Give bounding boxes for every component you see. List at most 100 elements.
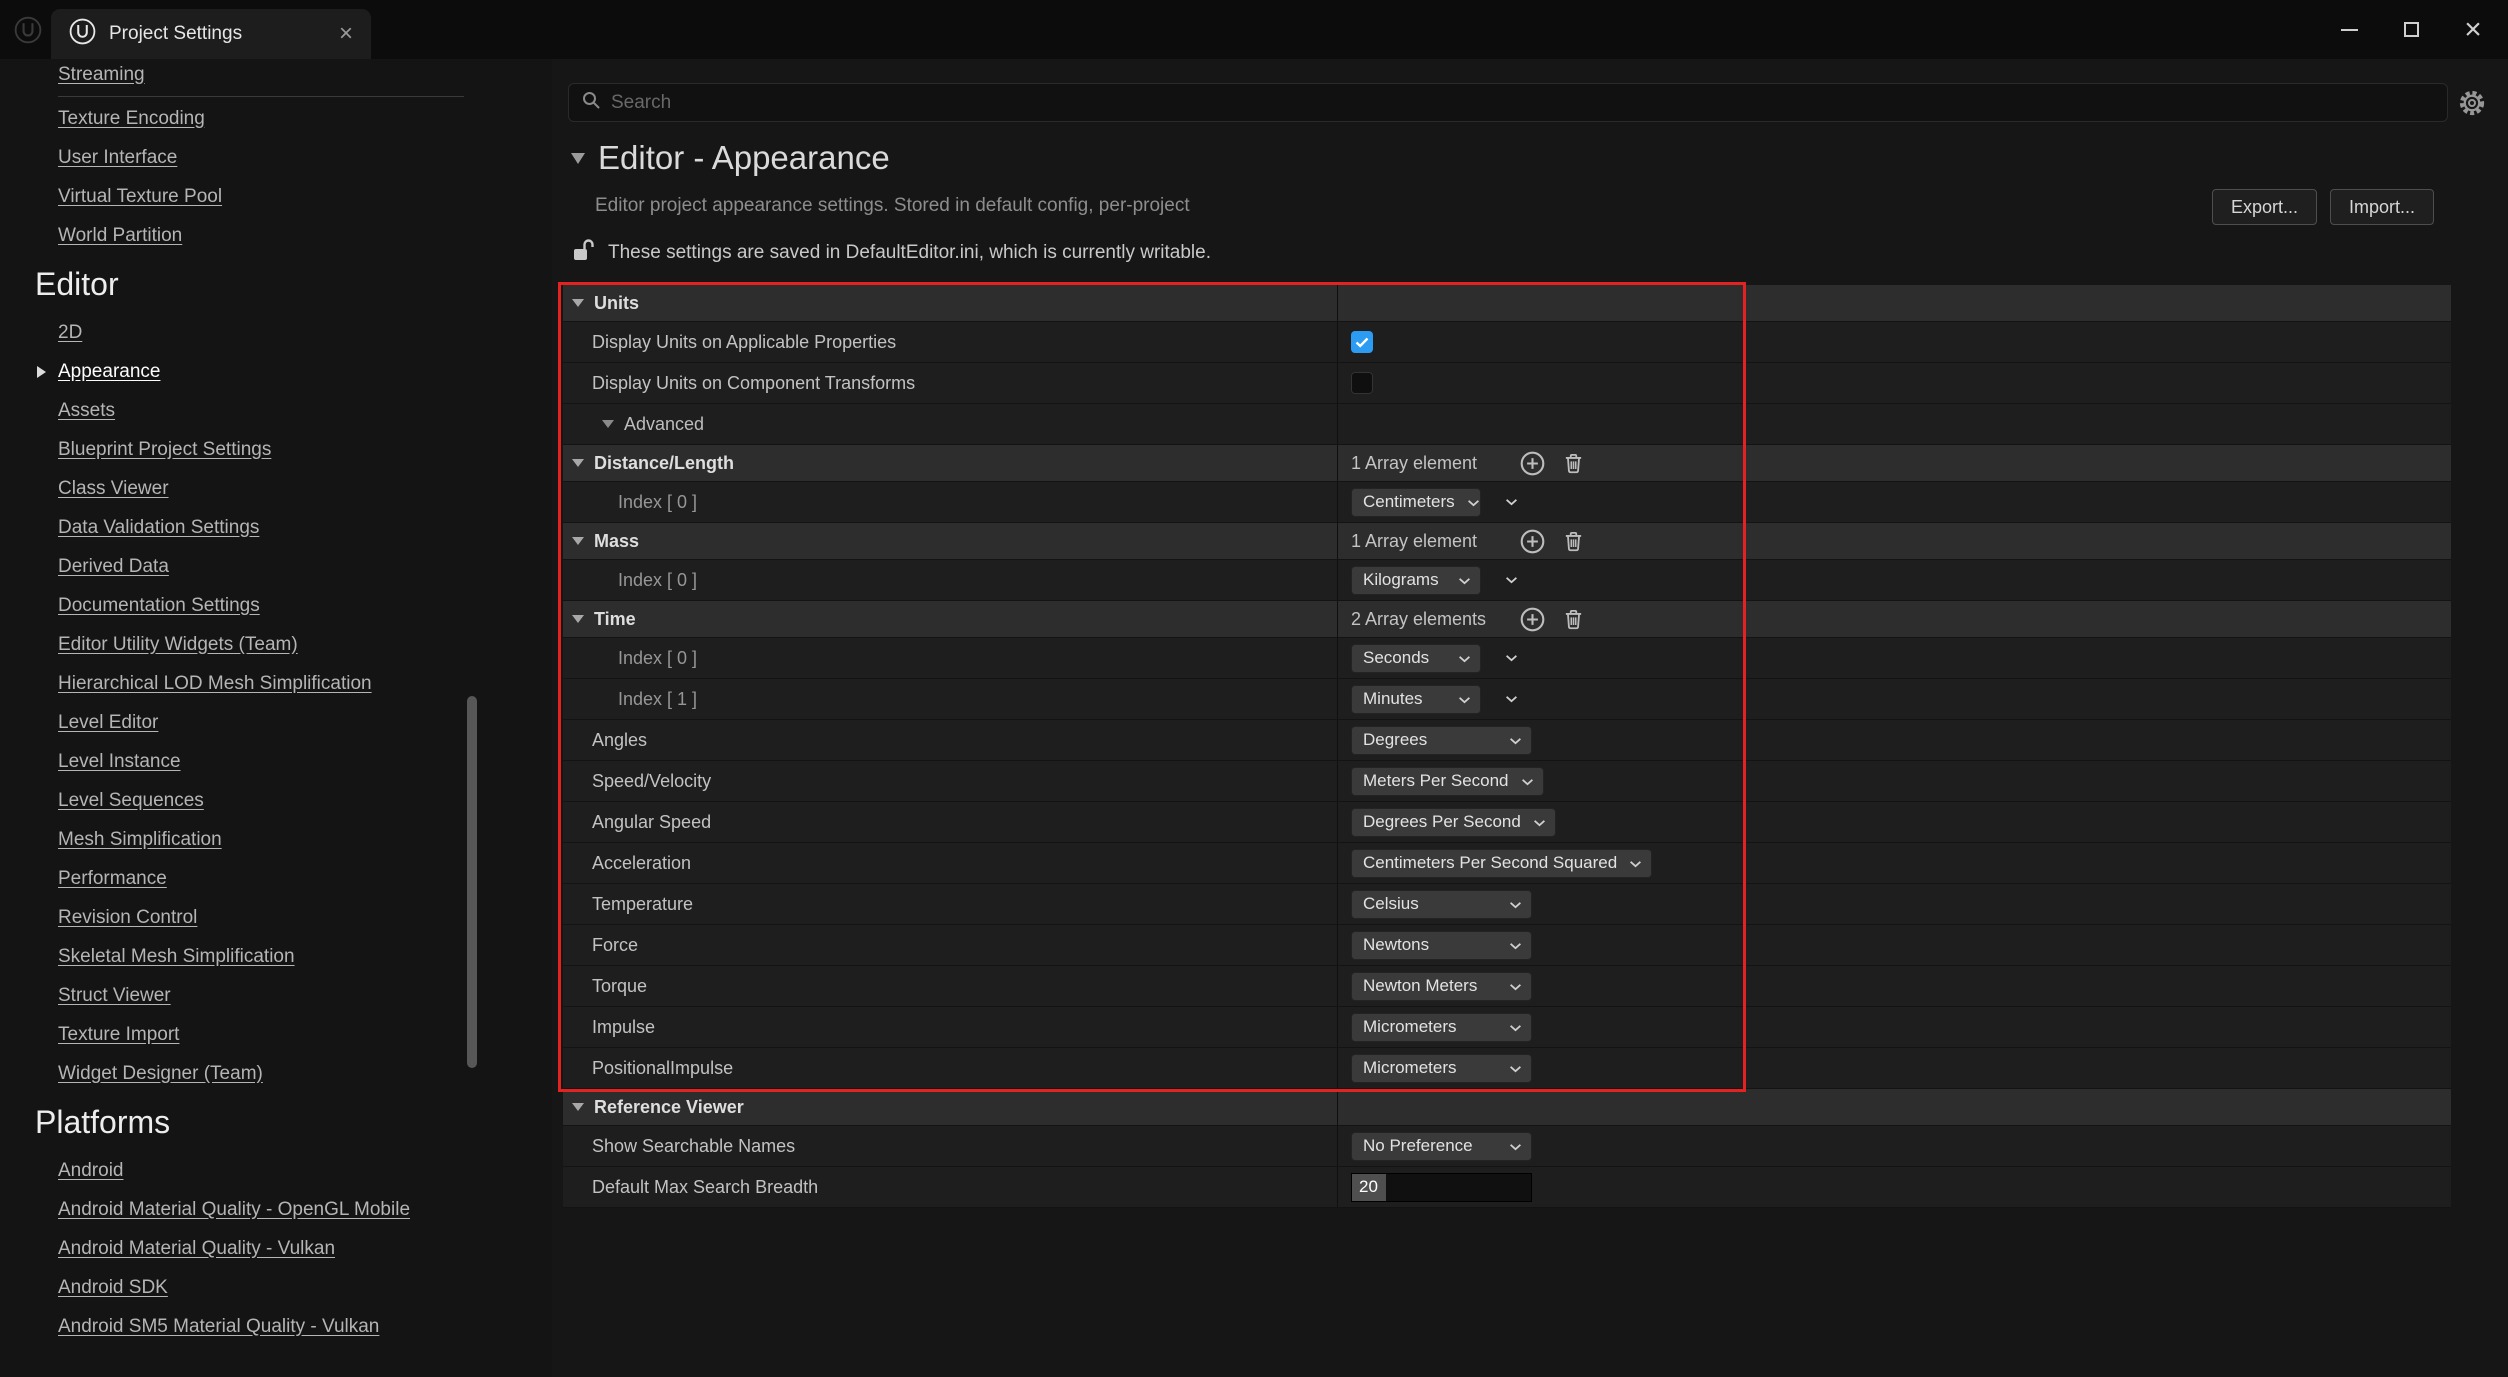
sidebar-item-label: Android SM5 Material Quality - Vulkan <box>58 1316 379 1338</box>
array-index-label: Index [ 0 ] <box>563 648 697 669</box>
setting-row-advanced[interactable]: Advanced <box>563 404 2451 445</box>
distance-unit-dropdown[interactable]: Centimeters <box>1351 488 1481 517</box>
display-units-transforms-checkbox[interactable] <box>1351 372 1373 394</box>
settings-sidebar: Streaming Texture Encoding User Interfac… <box>0 59 552 1377</box>
collapse-triangle-icon[interactable] <box>571 153 585 164</box>
delete-array-icon[interactable] <box>1560 606 1587 633</box>
delete-array-icon[interactable] <box>1560 528 1587 555</box>
search-input[interactable] <box>611 92 2435 114</box>
acceleration-dropdown[interactable]: Centimeters Per Second Squared <box>1351 849 1652 878</box>
chevron-down-icon <box>1467 492 1480 512</box>
search-bar[interactable] <box>568 83 2448 122</box>
show-searchable-names-dropdown[interactable]: No Preference <box>1351 1132 1532 1161</box>
dropdown-value: Celsius <box>1363 894 1419 914</box>
chevron-down-icon <box>1509 1058 1522 1078</box>
maximize-icon <box>2404 22 2419 37</box>
sidebar-item-android-sm5-mq-vulkan[interactable]: Android SM5 Material Quality - Vulkan <box>0 1307 552 1346</box>
collapse-triangle-icon[interactable] <box>572 615 584 623</box>
sidebar-item-label: User Interface <box>58 147 177 169</box>
sidebar-item-label: Hierarchical LOD Mesh Simplification <box>58 673 372 695</box>
mass-unit-dropdown[interactable]: Kilograms <box>1351 566 1481 595</box>
sidebar-item-editor-utility-widgets[interactable]: Editor Utility Widgets (Team) <box>0 625 552 664</box>
add-array-element-icon[interactable] <box>1519 606 1546 633</box>
sidebar-item-blueprint-project-settings[interactable]: Blueprint Project Settings <box>0 430 552 469</box>
angles-dropdown[interactable]: Degrees <box>1351 726 1532 755</box>
sidebar-item-class-viewer[interactable]: Class Viewer <box>0 469 552 508</box>
page-subtitle: Editor project appearance settings. Stor… <box>595 195 1190 217</box>
impulse-dropdown[interactable]: Micrometers <box>1351 1013 1532 1042</box>
time-unit-dropdown-0[interactable]: Seconds <box>1351 644 1481 673</box>
collapse-triangle-icon[interactable] <box>602 420 614 428</box>
config-notice-text: These settings are saved in DefaultEdito… <box>608 242 1211 264</box>
sidebar-scrollbar[interactable] <box>467 696 477 1068</box>
sidebar-item-texture-encoding[interactable]: Texture Encoding <box>0 99 552 138</box>
maximize-button[interactable] <box>2380 0 2442 59</box>
sidebar-item-android-mq-opengl[interactable]: Android Material Quality - OpenGL Mobile <box>0 1190 552 1229</box>
setting-label: Impulse <box>563 1017 655 1038</box>
tab-close-icon[interactable]: × <box>339 22 353 46</box>
temperature-dropdown[interactable]: Celsius <box>1351 890 1532 919</box>
array-element-options-dropdown[interactable] <box>1505 695 1518 703</box>
positional-impulse-dropdown[interactable]: Micrometers <box>1351 1054 1532 1083</box>
setting-label: Show Searchable Names <box>563 1136 795 1157</box>
setting-label: Temperature <box>563 894 693 915</box>
sidebar-item-virtual-texture-pool[interactable]: Virtual Texture Pool <box>0 177 552 216</box>
minimize-button[interactable] <box>2318 0 2380 59</box>
collapse-triangle-icon[interactable] <box>572 1103 584 1111</box>
sidebar-item-label: Mesh Simplification <box>58 829 222 851</box>
sidebar-item-world-partition[interactable]: World Partition <box>0 216 552 255</box>
sidebar-item-label: Level Editor <box>58 712 158 734</box>
delete-array-icon[interactable] <box>1560 450 1587 477</box>
speed-velocity-dropdown[interactable]: Meters Per Second <box>1351 767 1544 796</box>
category-row-mass[interactable]: Mass 1 Array element <box>563 523 2451 560</box>
sidebar-item-label: Level Instance <box>58 751 181 773</box>
sidebar-item-data-validation-settings[interactable]: Data Validation Settings <box>0 508 552 547</box>
close-button[interactable]: × <box>2442 0 2504 59</box>
sidebar-item-android[interactable]: Android <box>0 1151 552 1190</box>
sidebar-item-derived-data[interactable]: Derived Data <box>0 547 552 586</box>
category-row-units[interactable]: Units <box>563 285 2451 322</box>
sidebar-item-2d[interactable]: 2D <box>0 313 552 352</box>
sidebar-item-android-mq-vulkan[interactable]: Android Material Quality - Vulkan <box>0 1229 552 1268</box>
setting-row-torque: Torque Newton Meters <box>563 966 2451 1007</box>
collapse-triangle-icon[interactable] <box>572 459 584 467</box>
sidebar-item-user-interface[interactable]: User Interface <box>0 138 552 177</box>
sidebar-item-assets[interactable]: Assets <box>0 391 552 430</box>
import-button[interactable]: Import... <box>2330 189 2434 225</box>
array-index-label: Index [ 0 ] <box>563 492 697 513</box>
display-units-properties-checkbox[interactable] <box>1351 331 1373 353</box>
chevron-down-icon <box>1509 894 1522 914</box>
collapse-triangle-icon[interactable] <box>572 537 584 545</box>
dropdown-value: Degrees <box>1363 730 1427 750</box>
default-max-search-breadth-input[interactable]: 20 <box>1351 1173 1532 1202</box>
setting-row-angular-speed: Angular Speed Degrees Per Second <box>563 802 2451 843</box>
sidebar-item-appearance[interactable]: Appearance <box>0 352 552 391</box>
category-row-time[interactable]: Time 2 Array elements <box>563 601 2451 638</box>
category-row-distance-length[interactable]: Distance/Length 1 Array element <box>563 445 2451 482</box>
sidebar-item-label: Derived Data <box>58 556 169 578</box>
array-element-options-dropdown[interactable] <box>1505 498 1518 506</box>
array-index-label: Index [ 1 ] <box>563 689 697 710</box>
setting-row-time-index-0: Index [ 0 ] Seconds <box>563 638 2451 679</box>
time-unit-dropdown-1[interactable]: Minutes <box>1351 685 1481 714</box>
setting-row-angles: Angles Degrees <box>563 720 2451 761</box>
angular-speed-dropdown[interactable]: Degrees Per Second <box>1351 808 1556 837</box>
tab-project-settings[interactable]: Project Settings × <box>51 9 371 59</box>
sidebar-item-label: Editor Utility Widgets (Team) <box>58 634 298 656</box>
setting-row-display-units-properties: Display Units on Applicable Properties <box>563 322 2451 363</box>
category-row-reference-viewer[interactable]: Reference Viewer <box>563 1089 2451 1126</box>
array-element-options-dropdown[interactable] <box>1505 576 1518 584</box>
sidebar-item-documentation-settings[interactable]: Documentation Settings <box>0 586 552 625</box>
torque-dropdown[interactable]: Newton Meters <box>1351 972 1532 1001</box>
force-dropdown[interactable]: Newtons <box>1351 931 1532 960</box>
add-array-element-icon[interactable] <box>1519 450 1546 477</box>
sidebar-item-label: World Partition <box>58 225 182 247</box>
sidebar-item-android-sdk[interactable]: Android SDK <box>0 1268 552 1307</box>
sidebar-item-streaming[interactable]: Streaming <box>0 59 552 94</box>
dropdown-value: Newtons <box>1363 935 1429 955</box>
settings-gear-icon[interactable] <box>2450 83 2494 122</box>
add-array-element-icon[interactable] <box>1519 528 1546 555</box>
array-element-options-dropdown[interactable] <box>1505 654 1518 662</box>
export-button[interactable]: Export... <box>2212 189 2317 225</box>
collapse-triangle-icon[interactable] <box>572 299 584 307</box>
